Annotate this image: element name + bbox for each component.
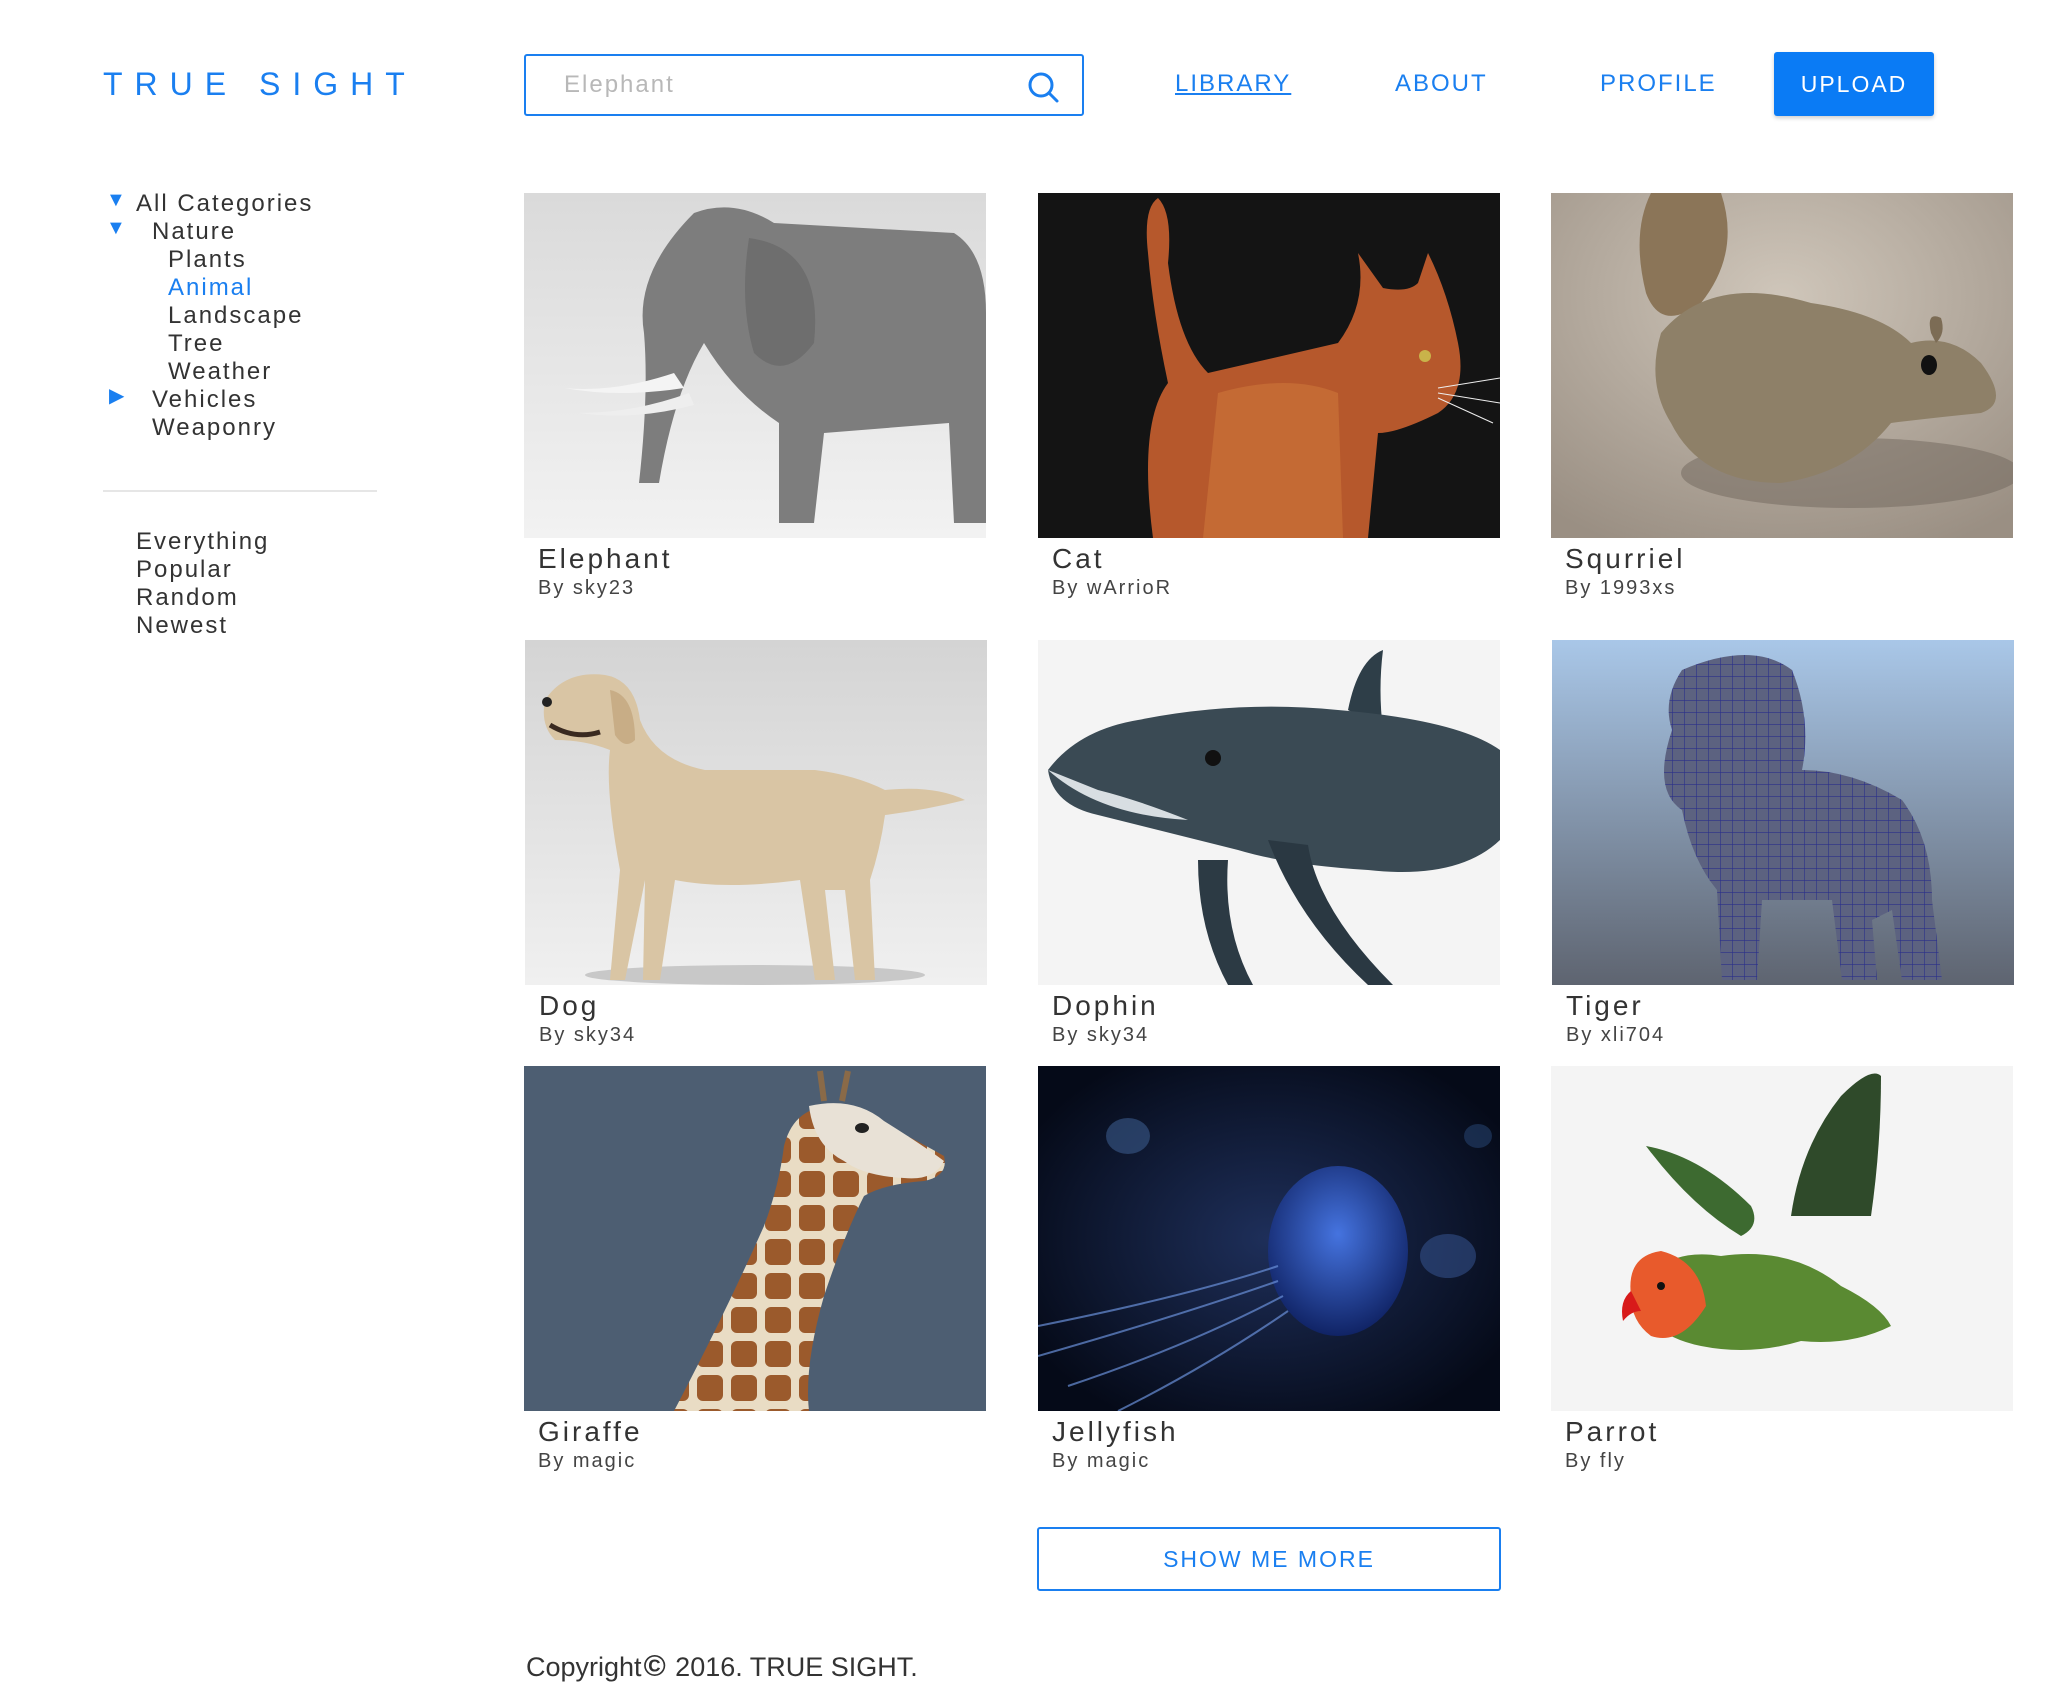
model-title[interactable]: Dog — [539, 989, 987, 1023]
sort-newest[interactable]: Newest — [136, 612, 269, 640]
model-title[interactable]: Tiger — [1566, 989, 2014, 1023]
copyright-prefix: Copyright — [526, 1652, 642, 1682]
sort-random[interactable]: Random — [136, 584, 269, 612]
model-author[interactable]: By wArrioR — [1052, 576, 1500, 600]
model-thumbnail[interactable] — [1038, 193, 1500, 538]
expanded-triangle-icon[interactable]: ▼ — [106, 214, 128, 242]
nav-about-link[interactable]: ABOUT — [1395, 70, 1488, 98]
category-all[interactable]: ▼ All Categories — [103, 189, 383, 218]
nav-library-link[interactable]: LIBRARY — [1175, 70, 1291, 98]
collapsed-triangle-icon[interactable]: ▶ — [109, 382, 126, 410]
category-label: All Categories — [136, 190, 314, 217]
sort-list: Everything Popular Random Newest — [136, 528, 269, 640]
category-tree[interactable]: Tree — [103, 330, 383, 358]
category-animal[interactable]: Animal — [103, 274, 383, 302]
category-label-selected: Animal — [168, 274, 254, 301]
search-icon[interactable] — [1026, 70, 1062, 106]
model-title[interactable]: Squrriel — [1565, 542, 2013, 576]
model-author[interactable]: By magic — [538, 1449, 986, 1473]
category-label: Weaponry — [152, 414, 277, 441]
model-author[interactable]: By sky23 — [538, 576, 986, 600]
model-thumbnail[interactable] — [524, 193, 986, 538]
model-title[interactable]: Parrot — [1565, 1415, 2013, 1449]
model-title[interactable]: Dophin — [1052, 989, 1500, 1023]
model-author[interactable]: By sky34 — [1052, 1023, 1500, 1047]
model-author[interactable]: By xli704 — [1566, 1023, 2014, 1047]
category-tree: ▼ All Categories ▼ Nature Plants Animal … — [103, 189, 383, 442]
model-title[interactable]: Giraffe — [538, 1415, 986, 1449]
model-card[interactable]: Dog By sky34 — [525, 640, 987, 1047]
category-label: Nature — [152, 218, 237, 245]
logo[interactable]: TRUE SIGHT — [103, 66, 417, 103]
sort-popular[interactable]: Popular — [136, 556, 269, 584]
category-label: Landscape — [168, 302, 304, 329]
model-card[interactable]: Giraffe By magic — [524, 1066, 986, 1473]
model-card[interactable]: Dophin By sky34 — [1038, 640, 1500, 1047]
upload-button[interactable]: UPLOAD — [1774, 52, 1934, 116]
category-weaponry[interactable]: Weaponry — [103, 414, 383, 442]
model-thumbnail[interactable] — [1551, 1066, 2013, 1411]
model-thumbnail[interactable] — [1552, 640, 2014, 985]
footer: Copyright© 2016. TRUE SIGHT. — [526, 1650, 918, 1684]
sidebar-divider — [103, 490, 377, 492]
nav-profile-link[interactable]: PROFILE — [1600, 70, 1717, 98]
category-label: Weather — [168, 358, 273, 385]
model-title[interactable]: Elephant — [538, 542, 986, 576]
model-card[interactable]: Squrriel By 1993xs — [1551, 193, 2013, 600]
model-card[interactable]: Parrot By fly — [1551, 1066, 2013, 1473]
copyright-suffix: 2016. TRUE SIGHT. — [667, 1652, 918, 1682]
model-thumbnail[interactable] — [1038, 1066, 1500, 1411]
expanded-triangle-icon[interactable]: ▼ — [106, 186, 128, 214]
model-card[interactable]: Cat By wArrioR — [1038, 193, 1500, 600]
model-author[interactable]: By magic — [1052, 1449, 1500, 1473]
category-vehicles[interactable]: ▶ Vehicles — [103, 385, 383, 414]
show-more-button[interactable]: SHOW ME MORE — [1037, 1527, 1501, 1591]
category-nature[interactable]: ▼ Nature — [103, 217, 383, 246]
model-thumbnail[interactable] — [525, 640, 987, 985]
category-label: Plants — [168, 246, 247, 273]
search-box[interactable] — [524, 54, 1084, 116]
model-author[interactable]: By sky34 — [539, 1023, 987, 1047]
category-label: Vehicles — [152, 386, 258, 413]
sort-everything[interactable]: Everything — [136, 528, 269, 556]
model-card[interactable]: Elephant By sky23 — [524, 193, 986, 600]
model-thumbnail[interactable] — [524, 1066, 986, 1411]
model-title[interactable]: Cat — [1052, 542, 1500, 576]
model-card[interactable]: Jellyfish By magic — [1038, 1066, 1500, 1473]
category-weather[interactable]: Weather — [103, 358, 383, 386]
category-landscape[interactable]: Landscape — [103, 302, 383, 330]
model-author[interactable]: By 1993xs — [1565, 576, 2013, 600]
category-plants[interactable]: Plants — [103, 246, 383, 274]
model-thumbnail[interactable] — [1551, 193, 2013, 538]
category-label: Tree — [168, 330, 225, 357]
model-author[interactable]: By fly — [1565, 1449, 2013, 1473]
copyright-icon: © — [643, 1650, 666, 1683]
model-card[interactable]: Tiger By xli704 — [1552, 640, 2014, 1047]
search-input[interactable] — [564, 66, 1004, 104]
model-thumbnail[interactable] — [1038, 640, 1500, 985]
model-title[interactable]: Jellyfish — [1052, 1415, 1500, 1449]
